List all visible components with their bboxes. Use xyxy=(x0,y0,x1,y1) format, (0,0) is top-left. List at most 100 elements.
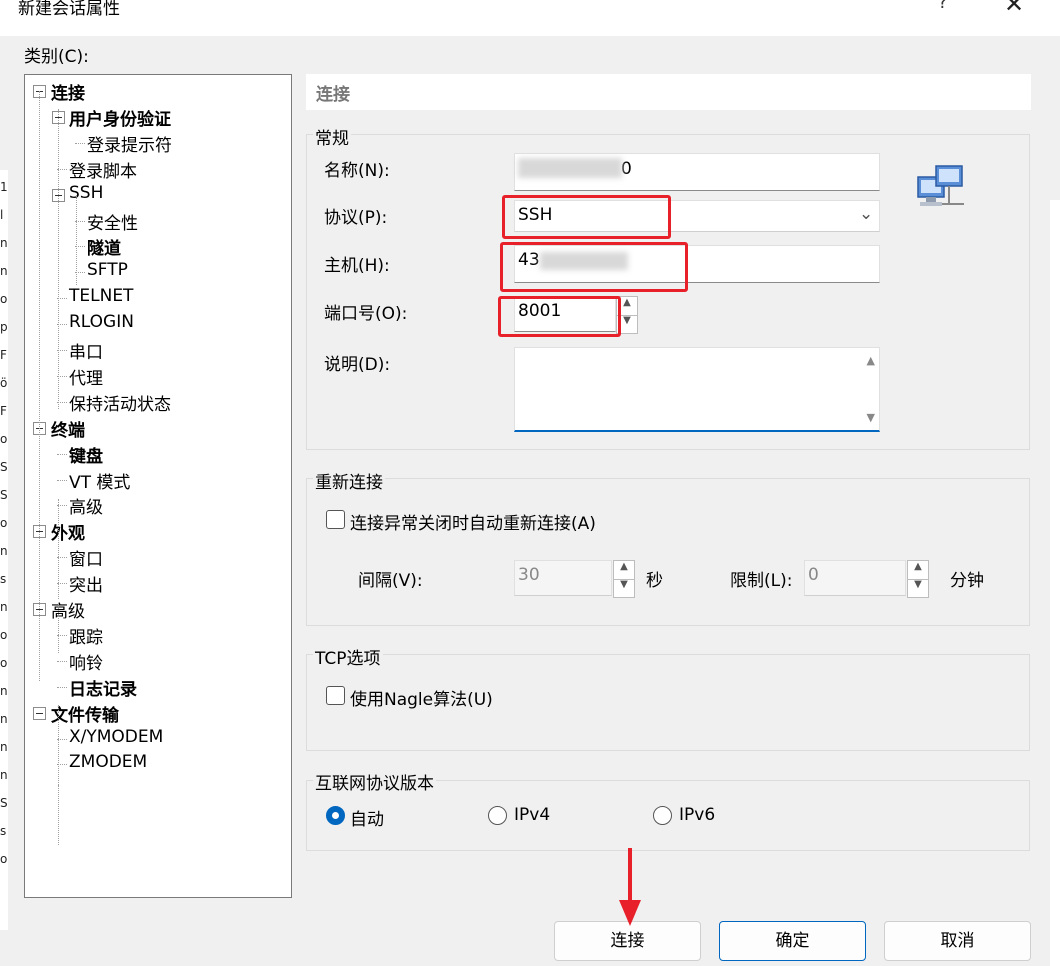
network-computers-icon xyxy=(917,165,964,206)
tree-connector xyxy=(57,660,67,662)
tree-item[interactable]: 隧道 xyxy=(87,234,121,259)
background-window-char: n xyxy=(0,740,8,754)
interval-label: 间隔(V): xyxy=(358,571,423,591)
background-window-char: n xyxy=(0,264,8,278)
collapse-icon[interactable] xyxy=(33,706,46,720)
background-window-char: 1 xyxy=(0,180,8,194)
background-window-char: l xyxy=(0,208,4,222)
tree-item[interactable]: 日志记录 xyxy=(69,675,137,700)
ip-auto-radio[interactable] xyxy=(326,806,345,825)
help-button[interactable]: ? xyxy=(938,0,948,13)
annotation-arrow-head xyxy=(619,900,641,926)
name-redaction xyxy=(518,158,622,178)
tree-item[interactable]: 突出 xyxy=(69,571,103,596)
limit-label: 限制(L): xyxy=(730,571,793,591)
tree-item[interactable]: 高级 xyxy=(51,597,85,622)
desc-textarea[interactable]: ▲ ▼ xyxy=(514,347,880,432)
reconnect-group xyxy=(306,478,1030,626)
cancel-button[interactable]: 取消 xyxy=(884,921,1031,961)
tree-item[interactable]: 响铃 xyxy=(69,649,103,674)
category-tree[interactable]: 连接 用户身份验证 登录提示符 登录脚本 SSH 安全性 隧道 SFTP TELNET RLOGI… xyxy=(24,74,292,898)
background-window-char: p xyxy=(0,320,8,334)
limit-value: 0 xyxy=(808,565,819,585)
background-window-char: n xyxy=(0,544,8,558)
tree-item[interactable]: SSH xyxy=(69,183,103,203)
tree-item[interactable]: 文件传输 xyxy=(51,701,119,726)
tree-item[interactable]: TELNET xyxy=(69,286,133,306)
reconnect-group-title: 重新连接 xyxy=(313,468,385,493)
tree-connector xyxy=(57,453,67,455)
tree-connector xyxy=(57,686,67,688)
tree-item[interactable]: X/YMODEM xyxy=(69,727,163,747)
background-window-char: o xyxy=(0,852,8,866)
background-window-char: ö xyxy=(0,376,8,390)
tree-item[interactable]: 外观 xyxy=(51,519,85,544)
tree-guide-line xyxy=(58,109,59,409)
tree-item[interactable]: 代理 xyxy=(69,364,103,389)
background-window-char: F xyxy=(0,348,7,362)
tree-item[interactable]: RLOGIN xyxy=(69,312,134,332)
interval-stepper[interactable]: ▲ ▼ xyxy=(613,560,635,598)
interval-unit: 秒 xyxy=(646,571,663,591)
close-button[interactable]: ✕ xyxy=(1004,0,1024,18)
tree-item[interactable]: 串口 xyxy=(69,338,103,363)
interval-input[interactable]: 30 xyxy=(514,560,612,596)
tree-item[interactable]: 登录提示符 xyxy=(87,131,172,156)
background-window-char: n xyxy=(0,684,8,698)
tcp-group-title: TCP选项 xyxy=(313,644,383,669)
tree-item[interactable]: 连接 xyxy=(51,79,85,104)
tree-connector xyxy=(75,142,85,144)
background-window-char: n xyxy=(0,236,8,250)
tree-connector xyxy=(57,479,67,481)
arrow-up-icon[interactable]: ▲ xyxy=(908,561,928,580)
auto-reconnect-label: 连接异常关闭时自动重新连接(A) xyxy=(350,514,596,534)
tree-item[interactable]: SFTP xyxy=(87,260,128,280)
ipv4-radio[interactable] xyxy=(488,806,507,825)
background-window-char: o xyxy=(0,516,8,530)
background-window-edge xyxy=(1050,200,1060,966)
tree-guide-line xyxy=(58,705,59,785)
background-window-char: o xyxy=(0,628,8,642)
background-window-char: S xyxy=(0,460,8,474)
background-window-char: n xyxy=(0,712,8,726)
background-window-char: n xyxy=(0,768,8,782)
limit-unit: 分钟 xyxy=(950,571,984,591)
connect-button[interactable]: 连接 xyxy=(554,921,701,961)
arrow-down-icon[interactable]: ▼ xyxy=(908,579,928,597)
tree-item[interactable]: 终端 xyxy=(51,416,85,441)
tree-item[interactable]: 保持活动状态 xyxy=(69,390,171,415)
limit-input[interactable]: 0 xyxy=(804,560,906,596)
tree-item[interactable]: ZMODEM xyxy=(69,752,147,772)
auto-reconnect-checkbox[interactable] xyxy=(326,510,345,529)
desc-label: 说明(D): xyxy=(324,355,391,375)
tree-item[interactable]: 跟踪 xyxy=(69,623,103,648)
scroll-up-icon[interactable]: ▲ xyxy=(867,354,875,367)
ok-button[interactable]: 确定 xyxy=(719,921,866,961)
ipv6-radio[interactable] xyxy=(653,806,672,825)
scroll-down-icon[interactable]: ▼ xyxy=(867,411,875,424)
ip-version-group-title: 互联网协议版本 xyxy=(313,769,436,794)
port-label: 端口号(O): xyxy=(324,304,408,324)
background-window-char: o xyxy=(0,656,8,670)
background-window-char: S xyxy=(0,488,8,502)
protocol-highlight xyxy=(502,195,671,239)
arrow-up-icon[interactable]: ▲ xyxy=(614,561,634,580)
arrow-down-icon[interactable]: ▼ xyxy=(614,579,634,597)
tree-guide-line xyxy=(58,785,59,845)
interval-value: 30 xyxy=(518,565,540,585)
background-window-char: s xyxy=(0,824,7,838)
ipv6-label: IPv6 xyxy=(679,805,716,825)
tree-item[interactable]: 高级 xyxy=(69,493,103,518)
tree-guide-line xyxy=(39,91,40,681)
limit-stepper[interactable]: ▲ ▼ xyxy=(907,560,929,598)
tree-item[interactable]: 用户身份验证 xyxy=(69,105,171,130)
tree-item[interactable]: 登录脚本 xyxy=(69,157,137,182)
tree-item[interactable]: VT 模式 xyxy=(69,468,130,493)
nagle-checkbox[interactable] xyxy=(326,686,345,705)
host-label: 主机(H): xyxy=(324,256,390,276)
window-title: 新建会话属性 xyxy=(18,0,120,19)
tree-item[interactable]: 键盘 xyxy=(69,442,103,467)
background-window-char: S xyxy=(0,796,8,810)
tree-item[interactable]: 安全性 xyxy=(87,209,138,234)
tree-item[interactable]: 窗口 xyxy=(69,545,103,570)
